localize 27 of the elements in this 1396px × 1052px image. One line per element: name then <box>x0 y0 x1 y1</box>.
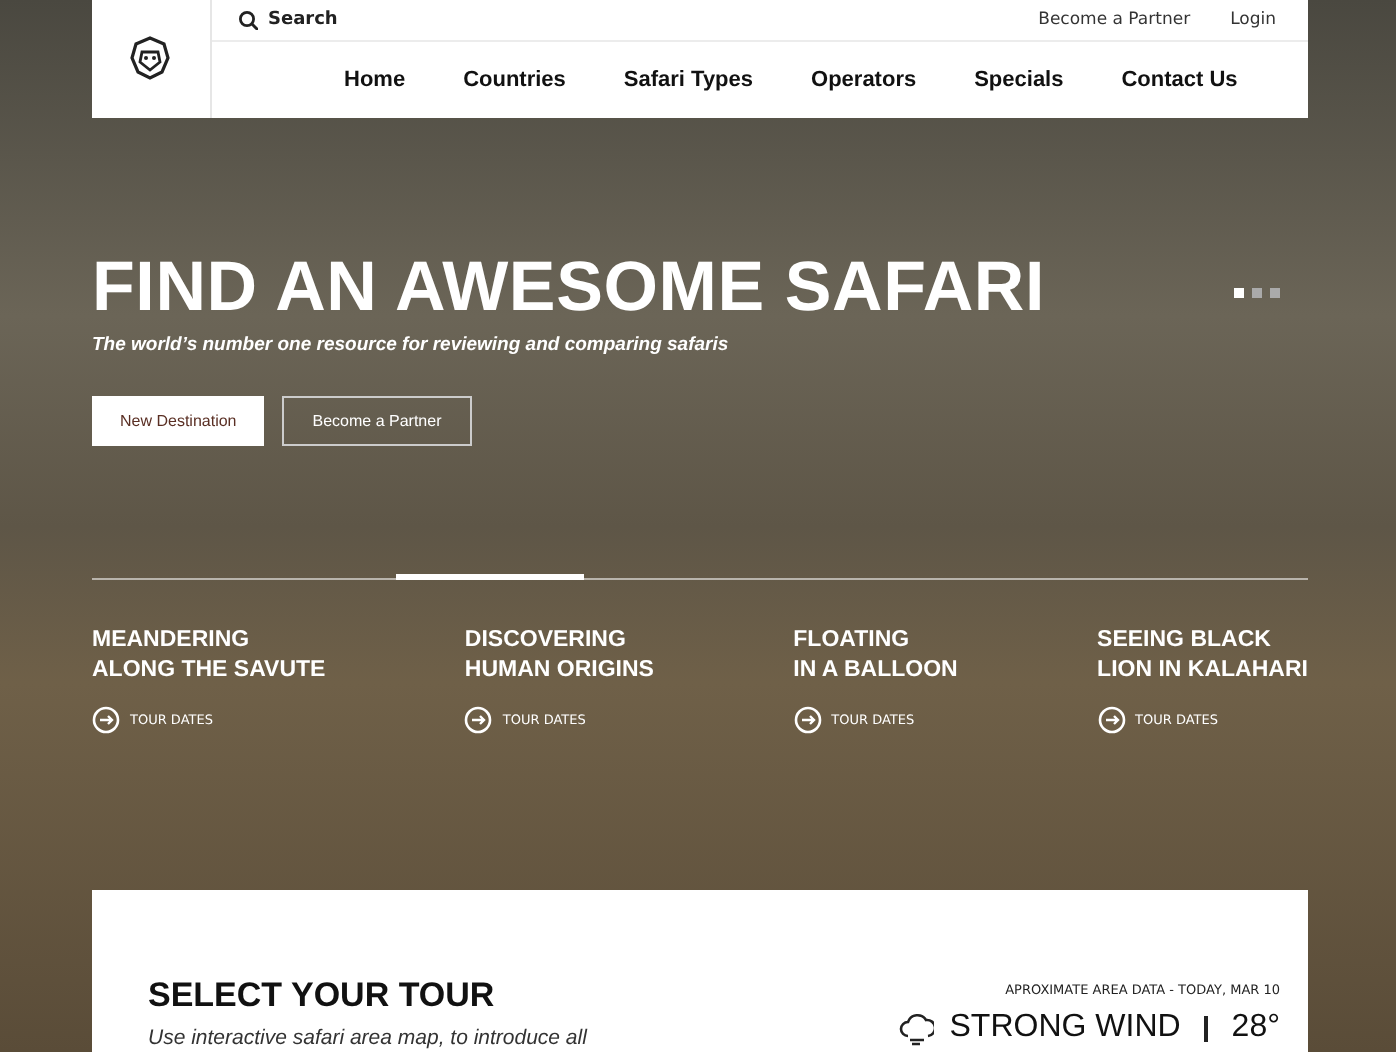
section-title: SELECT YOUR TOUR <box>148 976 497 1016</box>
nav-link[interactable]: Specials <box>974 68 1064 92</box>
section-text: Use interactive safari area map, to introduce all <box>148 1026 587 1050</box>
search-button[interactable]: Search <box>238 10 338 30</box>
nav-link[interactable]: Safari Types <box>623 68 754 92</box>
story-title[interactable]: SEEING BLACK LION IN KALAHARI <box>1097 626 1308 686</box>
nav-link[interactable]: Operators <box>811 68 917 92</box>
arrow-circle-icon <box>793 706 822 734</box>
top-link[interactable]: Become a Partner <box>1038 10 1191 30</box>
top-link[interactable]: Login <box>1230 10 1276 30</box>
cloud-wind-icon <box>897 1010 934 1046</box>
story-title[interactable]: FLOATING IN A BALLOON <box>793 626 958 686</box>
hero-title: FIND AN AWESOME SAFARI <box>92 250 1046 326</box>
arrow-circle-icon <box>92 706 120 734</box>
nav-link[interactable]: Home <box>344 68 406 92</box>
temperature: 28° <box>1231 1010 1280 1046</box>
arrow-circle-icon <box>464 706 493 734</box>
story-title[interactable]: MEANDERING ALONG THE SAVUTE <box>92 626 326 686</box>
nav-link[interactable]: Countries <box>463 68 566 92</box>
partner-button[interactable]: Become a Partner <box>282 396 472 446</box>
story-title[interactable]: DISCOVERING HUMAN ORIGINS <box>464 626 654 686</box>
new-destination-button[interactable]: New Destination <box>92 396 265 446</box>
search-icon <box>238 10 258 30</box>
hero-subtitle: The world’s number one resource for reviewing and comparing safaris <box>92 334 731 356</box>
weather-condition: STRONG WIND <box>949 1010 1181 1046</box>
arrow-circle-icon <box>1097 706 1126 734</box>
nav-link[interactable]: Contact Us <box>1121 68 1238 92</box>
